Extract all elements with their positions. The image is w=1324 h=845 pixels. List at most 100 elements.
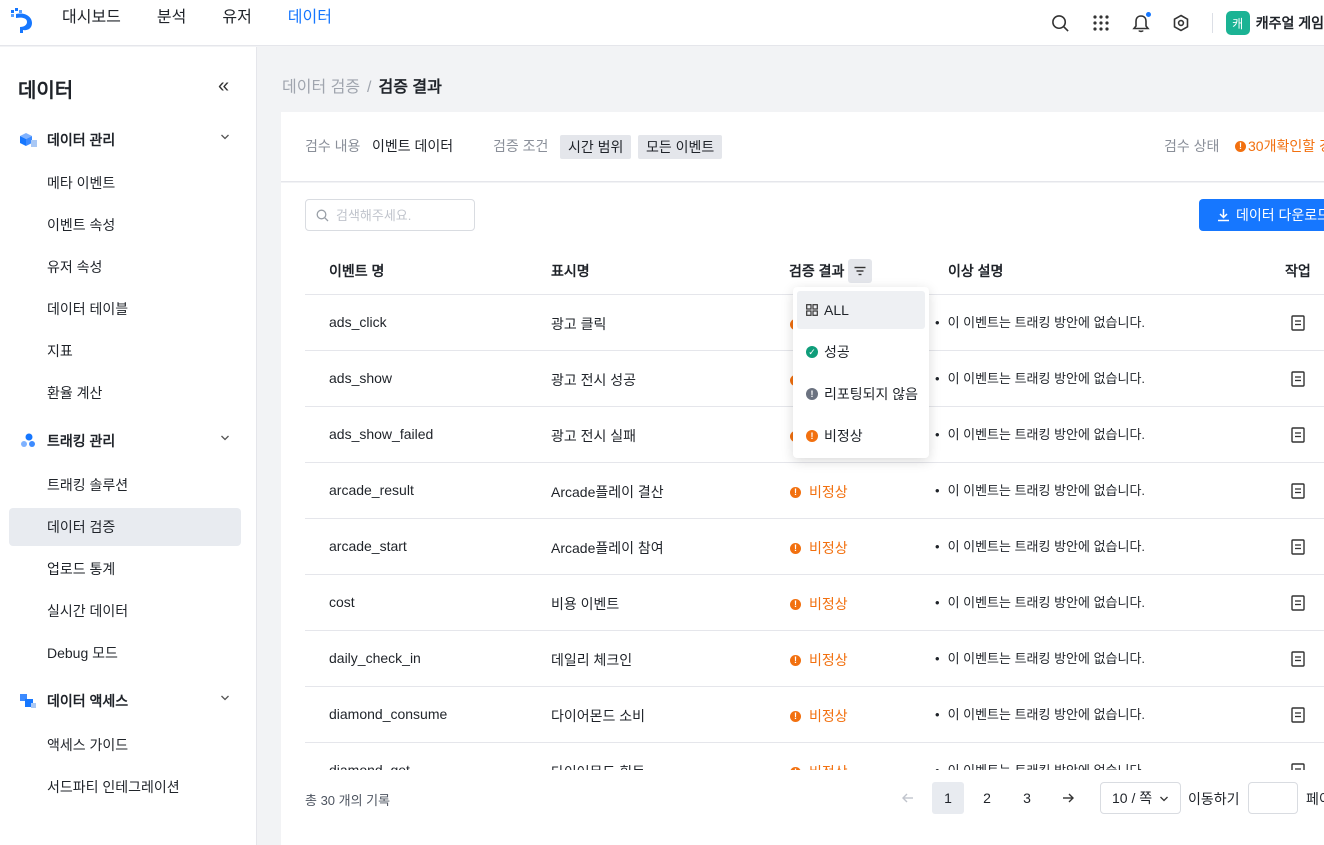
access-icon [20, 694, 36, 708]
status-value[interactable]: ! 30개확인할 경 [1235, 136, 1324, 156]
sidebar-group-label: 데이터 관리 [47, 132, 116, 148]
filter-option-success[interactable]: ✓ 성공 [797, 333, 925, 371]
table-row: arcade_start Arcade플레이 참여! 비정상 이 이벤트는 트래킹 방… [305, 519, 1324, 575]
page-3-button[interactable]: 3 [1011, 782, 1043, 814]
goto-page-input[interactable] [1248, 782, 1298, 814]
nav-analysis[interactable]: 분석 [157, 0, 186, 46]
org-name[interactable]: 캐주얼 게임 [1256, 13, 1324, 33]
anomaly-description-cell: 이 이벤트는 트래킹 방안에 없습니다. [935, 536, 1145, 555]
download-data-button[interactable]: 데이터 다운로드 [1199, 199, 1324, 231]
table-row: diamond_consume 다이어몬드 소비! 비정상 이 이벤트는 트래킹 방안… [305, 687, 1324, 743]
cube-icon [20, 133, 37, 147]
page-1-button[interactable]: 1 [932, 782, 964, 814]
result-filter-button[interactable] [848, 259, 872, 283]
settings-icon[interactable] [1171, 13, 1191, 33]
search-box[interactable] [305, 199, 476, 231]
sidebar-item-user-properties[interactable]: 유저 속성 [9, 248, 241, 286]
page-2-button[interactable]: 2 [971, 782, 1003, 814]
event-name-cell: ads_show [329, 370, 393, 386]
prev-page-button[interactable] [892, 782, 924, 814]
warning-circle-icon: ! [1235, 140, 1246, 152]
anomaly-description-cell: 이 이벤트는 트래킹 방안에 없습니다. [935, 368, 1145, 387]
detail-document-icon[interactable] [1291, 371, 1305, 387]
filter-option-label: 성공 [824, 344, 850, 360]
chevron-down-icon [1160, 796, 1168, 802]
detail-document-icon[interactable] [1291, 427, 1305, 443]
filter-option-all[interactable]: ALL [797, 291, 925, 329]
status-value-text: 30개확인할 경 [1248, 138, 1324, 154]
breadcrumb-parent[interactable]: 데이터 검증 [282, 79, 360, 96]
arrow-left-icon [902, 793, 913, 803]
display-name-cell: 데일리 체크인 [551, 652, 633, 668]
detail-document-icon[interactable] [1291, 651, 1305, 667]
event-name-cell: daily_check_in [329, 650, 421, 666]
anomaly-description-cell: 이 이벤트는 트래킹 방안에 없습니다. [935, 648, 1145, 667]
page-suffix-label: 페이 [1306, 791, 1324, 807]
detail-document-icon[interactable] [1291, 539, 1305, 555]
next-page-button[interactable] [1052, 782, 1084, 814]
condition-label: 검증 조건 [493, 138, 549, 154]
sidebar-item-metrics[interactable]: 지표 [9, 332, 241, 370]
nav-users[interactable]: 유저 [222, 0, 251, 46]
detail-document-icon[interactable] [1291, 707, 1305, 723]
sidebar-item-data-validation[interactable]: 데이터 검증 [9, 508, 241, 546]
anomaly-description-cell: 이 이벤트는 트래킹 방안에 없습니다. [935, 424, 1145, 443]
column-header-validation-result: 검증 결과 [789, 263, 845, 279]
search-input[interactable] [336, 200, 476, 230]
validation-result-cell: ! 비정상 [790, 538, 848, 558]
table-row: cost 비용 이벤트! 비정상 이 이벤트는 트래킹 방안에 없습니다. [305, 575, 1324, 631]
event-name-cell: arcade_result [329, 482, 414, 498]
apps-grid-icon[interactable] [1091, 13, 1111, 33]
filter-option-not-reported[interactable]: ! 리포팅되지 않음 [797, 375, 925, 413]
condition-chip-all-events: 모든 이벤트 [638, 135, 723, 159]
pagination-bar: 총 30 개의 기록 1 2 3 10 / 쪽 이동하기 페이 [281, 770, 1324, 845]
detail-document-icon[interactable] [1291, 315, 1305, 331]
warning-circle-icon: ! [806, 430, 818, 442]
total-records: 총 30 개의 기록 [305, 793, 391, 808]
sidebar-item-exchange-rate[interactable]: 환율 계산 [9, 374, 241, 412]
warning-circle-icon: ! [790, 654, 801, 666]
content-label: 검수 내용 [305, 138, 361, 154]
status-label: 검수 상태 [1164, 138, 1220, 154]
check-circle-icon: ✓ [806, 346, 818, 358]
org-avatar[interactable]: 캐 [1225, 11, 1250, 35]
sidebar-item-third-party-integration[interactable]: 서드파티 인테그레이션 [9, 768, 241, 806]
sidebar-title: 데이터 [18, 80, 74, 102]
validation-result-cell: ! 비정상 [790, 594, 848, 614]
column-header-anomaly-description: 이상 설명 [948, 263, 1004, 279]
nav-dashboard[interactable]: 대시보드 [62, 0, 121, 46]
nav-data[interactable]: 데이터 [288, 0, 332, 46]
result-text: 비정상 [809, 708, 848, 724]
filter-option-abnormal[interactable]: ! 비정상 [797, 417, 925, 455]
search-icon[interactable] [1051, 13, 1071, 33]
event-name-cell: diamond_consume [329, 706, 448, 722]
sidebar-group-data-access[interactable]: 데이터 액세스 [18, 691, 240, 711]
sidebar-group-label: 데이터 액세스 [47, 693, 129, 709]
tracking-icon [21, 433, 35, 447]
result-text: 비정상 [809, 540, 848, 556]
chevron-down-icon [221, 435, 229, 441]
filter-icon [854, 266, 866, 276]
download-button-label: 데이터 다운로드 [1236, 207, 1324, 223]
column-header-display-name: 표시명 [551, 263, 590, 279]
collapse-sidebar-icon[interactable]: « [218, 75, 229, 98]
sidebar-group-tracking-management[interactable]: 트래킹 관리 [18, 431, 240, 451]
sidebar-item-upload-stats[interactable]: 업로드 통계 [9, 550, 241, 588]
brand-logo[interactable] [8, 6, 36, 34]
sidebar-item-tracking-solution[interactable]: 트래킹 솔루션 [9, 466, 241, 504]
event-name-cell: ads_show_failed [329, 426, 434, 442]
bell-icon[interactable] [1131, 11, 1152, 33]
display-name-cell: 비용 이벤트 [551, 596, 620, 612]
sidebar-item-realtime-data[interactable]: 실시간 데이터 [9, 592, 241, 630]
page-size-select[interactable]: 10 / 쪽 [1100, 782, 1181, 814]
sidebar-group-data-management[interactable]: 데이터 관리 [18, 130, 240, 150]
sidebar-item-debug-mode[interactable]: Debug 모드 [9, 634, 241, 672]
detail-document-icon[interactable] [1291, 595, 1305, 611]
detail-document-icon[interactable] [1291, 483, 1305, 499]
sidebar-item-event-properties[interactable]: 이벤트 속성 [9, 206, 241, 244]
sidebar-item-data-tables[interactable]: 데이터 테이블 [9, 290, 241, 328]
grid-icon [806, 304, 818, 316]
sidebar-item-access-guide[interactable]: 액세스 가이드 [9, 726, 241, 764]
sidebar-item-meta-events[interactable]: 메타 이벤트 [9, 164, 241, 202]
validation-result-cell: ! 비정상 [790, 706, 848, 726]
